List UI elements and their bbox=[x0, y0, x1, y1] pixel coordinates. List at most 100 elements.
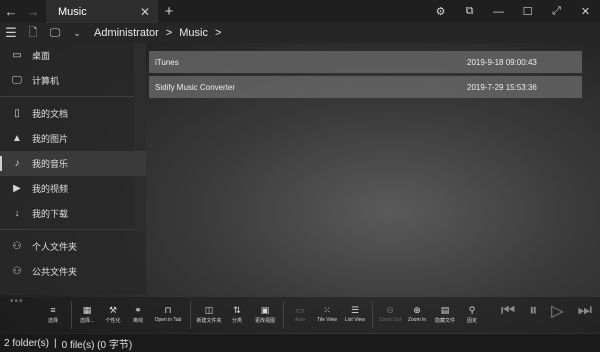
computer-button[interactable]: 🖵 bbox=[44, 23, 66, 43]
tab-label: Music bbox=[58, 5, 87, 18]
sort-button[interactable]: ⇅ 分类 bbox=[224, 297, 250, 333]
sidebar-item-desktop[interactable]: ▭ 桌面 bbox=[0, 43, 146, 68]
next-icon[interactable]: ⏭ bbox=[578, 302, 592, 320]
list-view-button[interactable]: ☰ List View bbox=[341, 297, 369, 333]
plus-icon: + bbox=[164, 3, 174, 20]
sidebar-item-videos[interactable]: ▶ 我的视频 bbox=[0, 176, 146, 201]
fullscreen-icon: ⤢ bbox=[552, 5, 561, 17]
list-item[interactable]: Sidify Music Converter 2019-7-29 15:53:3… bbox=[149, 76, 582, 98]
pause-icon[interactable]: ⏸ bbox=[529, 302, 537, 320]
view-icon: ▣ bbox=[260, 305, 270, 315]
folder-icon: ▭ bbox=[12, 50, 22, 61]
new-document-button[interactable]: 🗋 bbox=[22, 23, 44, 43]
sidebar-item-label: 桌面 bbox=[32, 51, 51, 61]
users-icon: ⚇ bbox=[12, 266, 22, 277]
zoom-in-button[interactable]: ⊕ Zoom In bbox=[404, 297, 430, 333]
auto-view-button[interactable]: ▭ Auto bbox=[287, 297, 313, 333]
play-icon[interactable]: ▷ bbox=[551, 301, 563, 321]
menu-button[interactable]: ☰ bbox=[0, 23, 22, 43]
sidebar-item-label: 我的下载 bbox=[32, 209, 69, 219]
toolbar-divider bbox=[283, 301, 284, 329]
file-count: 0 file(s) (0 字节) bbox=[61, 339, 133, 351]
toolbar-divider bbox=[372, 301, 373, 329]
monitor-icon: 🖵 bbox=[49, 26, 61, 39]
breadcrumb: Administrator > Music > bbox=[94, 27, 228, 39]
file-date: 2019-7-29 15:53:36 bbox=[467, 82, 537, 92]
sidebar-item-personal-folder[interactable]: ⚇ 个人文件夹 bbox=[0, 234, 146, 259]
close-icon[interactable]: ✕ bbox=[140, 5, 150, 19]
change-view-button[interactable]: ▣ 更改视图 bbox=[250, 297, 280, 333]
gear-icon: ⚙ bbox=[435, 6, 446, 18]
hide-icon: ▤ bbox=[440, 305, 450, 315]
list-item[interactable]: iTunes 2019-9-18 09:00:43 bbox=[149, 51, 582, 73]
sidebar-item-label: 公共文件夹 bbox=[32, 267, 78, 277]
maximize-button[interactable]: ☐ bbox=[513, 0, 542, 23]
sidebar-item-computer[interactable]: 🖵 计算机 bbox=[0, 68, 146, 93]
file-list: iTunes 2019-9-18 09:00:43 Sidify Music C… bbox=[149, 51, 582, 101]
maximize-icon: ☐ bbox=[522, 6, 533, 18]
new-document-icon: 🗋 bbox=[28, 26, 38, 39]
file-date: 2019-9-18 09:00:43 bbox=[467, 57, 537, 67]
select-more-button[interactable]: ▦ 选择... bbox=[75, 297, 99, 333]
minimize-button[interactable]: — bbox=[484, 0, 513, 23]
personalize-button[interactable]: ⚒ 个性化 bbox=[99, 297, 127, 333]
brush-icon: ⚒ bbox=[108, 305, 118, 315]
media-controls: ⏮ ⏸ ▷ ⏭ bbox=[501, 301, 592, 321]
select-icon: ≡ bbox=[50, 305, 56, 315]
sidebar-item-label: 计算机 bbox=[32, 76, 60, 86]
address-bar: ☰ 🗋 🖵 ⌄ Administrator > Music > bbox=[0, 23, 600, 43]
sidebar-item-label: 我的视频 bbox=[32, 184, 69, 194]
tab-music[interactable]: Music ✕ bbox=[46, 0, 158, 23]
picture-icon: ▲ bbox=[12, 133, 22, 144]
minimize-icon: — bbox=[493, 5, 504, 18]
status-separator: | bbox=[54, 337, 57, 349]
zoom-out-button[interactable]: ⊖ Zoom Out bbox=[376, 297, 404, 333]
select-button[interactable]: ≡ 选择 bbox=[38, 297, 68, 333]
window-controls: ⚙ ⧉ — ☐ ⤢ ✕ bbox=[426, 0, 600, 23]
toolbar-divider bbox=[190, 301, 191, 329]
close-window-button[interactable]: ✕ bbox=[571, 0, 600, 23]
file-name: Sidify Music Converter bbox=[155, 82, 236, 92]
sidebar-item-downloads[interactable]: ↓ 我的下载 bbox=[0, 201, 146, 226]
dropdown-button[interactable]: ⌄ bbox=[66, 23, 88, 43]
link-icon: ⚭ bbox=[134, 305, 142, 315]
file-name: iTunes bbox=[155, 57, 179, 67]
download-icon: ↓ bbox=[14, 208, 20, 219]
sidebar-item-documents[interactable]: ▯ 我的文档 bbox=[0, 101, 146, 126]
new-tab-button[interactable]: + bbox=[158, 3, 180, 20]
forward-button[interactable]: → bbox=[22, 0, 44, 23]
arrow-left-icon: ← bbox=[4, 4, 18, 19]
offline-button[interactable]: ⚭ 离线 bbox=[127, 297, 149, 333]
new-folder-icon: ◫ bbox=[204, 305, 214, 315]
settings-button[interactable]: ⚙ bbox=[426, 0, 455, 23]
tile-view-button[interactable]: ⁙ Tile View bbox=[313, 297, 341, 333]
zoom-out-icon: ⊖ bbox=[386, 305, 394, 315]
fullscreen-button[interactable]: ⤢ bbox=[542, 0, 571, 23]
sidebar-divider bbox=[0, 229, 146, 230]
sidebar-item-label: 个人文件夹 bbox=[32, 242, 78, 252]
grid-icon: ▦ bbox=[82, 305, 92, 315]
sidebar: ▭ 桌面 🖵 计算机 ▯ 我的文档 ▲ 我的图片 ♪ 我的音乐 ▶ 我的视频 ↓… bbox=[0, 43, 146, 307]
hide-files-button[interactable]: ▤ 隐藏文件 bbox=[430, 297, 460, 333]
breadcrumb-separator[interactable]: > bbox=[215, 27, 221, 39]
sidebar-item-public-folder[interactable]: ⚇ 公共文件夹 bbox=[0, 259, 146, 284]
pin-button[interactable]: ⚲ 固定 bbox=[460, 297, 484, 333]
auto-icon: ▭ bbox=[295, 305, 305, 315]
sidebar-divider bbox=[0, 96, 146, 97]
previous-icon[interactable]: ⏮ bbox=[501, 302, 515, 320]
sidebar-item-music[interactable]: ♪ 我的音乐 bbox=[0, 151, 146, 176]
back-button[interactable]: ← bbox=[0, 0, 22, 23]
breadcrumb-item-administrator[interactable]: Administrator bbox=[94, 27, 159, 39]
document-icon: ▯ bbox=[14, 108, 20, 119]
sidebar-item-pictures[interactable]: ▲ 我的图片 bbox=[0, 126, 146, 151]
monitor-icon: 🖵 bbox=[12, 75, 22, 86]
status-bar: 2 folder(s) | 0 file(s) (0 字节) bbox=[0, 334, 600, 352]
new-folder-button[interactable]: ◫ 新建文件夹 bbox=[194, 297, 224, 333]
open-in-tab-button[interactable]: ⊓ Open in Tab bbox=[149, 297, 187, 333]
breadcrumb-separator[interactable]: > bbox=[166, 27, 172, 39]
breadcrumb-item-music[interactable]: Music bbox=[179, 27, 208, 39]
restore-button[interactable]: ⧉ bbox=[455, 0, 484, 23]
zoom-in-icon: ⊕ bbox=[413, 305, 421, 315]
pin-icon: ⚲ bbox=[468, 305, 476, 315]
user-icon: ⚇ bbox=[12, 241, 22, 252]
